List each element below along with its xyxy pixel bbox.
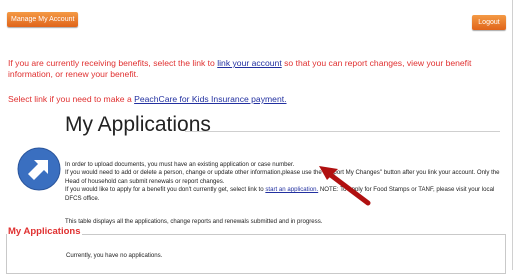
- empty-applications-message: Currently, you have no applications.: [66, 252, 163, 259]
- page-title: My Applications: [65, 113, 211, 136]
- peachcare-notice-text: Select link if you need to make a: [8, 94, 135, 104]
- peachcare-notice: Select link if you need to make a PeachC…: [8, 94, 287, 105]
- link-account-link[interactable]: link your account: [217, 58, 282, 68]
- apply-info-text: If you would like to apply for a benefit…: [65, 186, 266, 193]
- red-arrow-icon: [319, 166, 371, 206]
- logout-button[interactable]: Logout: [472, 15, 506, 30]
- benefits-notice: If you are currently receiving benefits,…: [8, 58, 508, 80]
- table-info: This table displays all the applications…: [65, 218, 323, 225]
- changes-info: If you would need to add or delete a per…: [65, 169, 500, 185]
- start-application-link[interactable]: start an application.: [265, 186, 318, 193]
- peachcare-payment-link[interactable]: PeachCare for Kids Insurance payment.: [134, 94, 286, 104]
- title-divider: [185, 131, 500, 132]
- benefits-notice-text: If you are currently receiving benefits,…: [8, 58, 218, 68]
- applications-legend: My Applications: [7, 226, 82, 237]
- manage-account-button[interactable]: Manage My Account: [7, 12, 79, 27]
- apply-info: If you would like to apply for a benefit…: [65, 186, 505, 203]
- diagonal-arrow-circle-icon: [17, 147, 61, 191]
